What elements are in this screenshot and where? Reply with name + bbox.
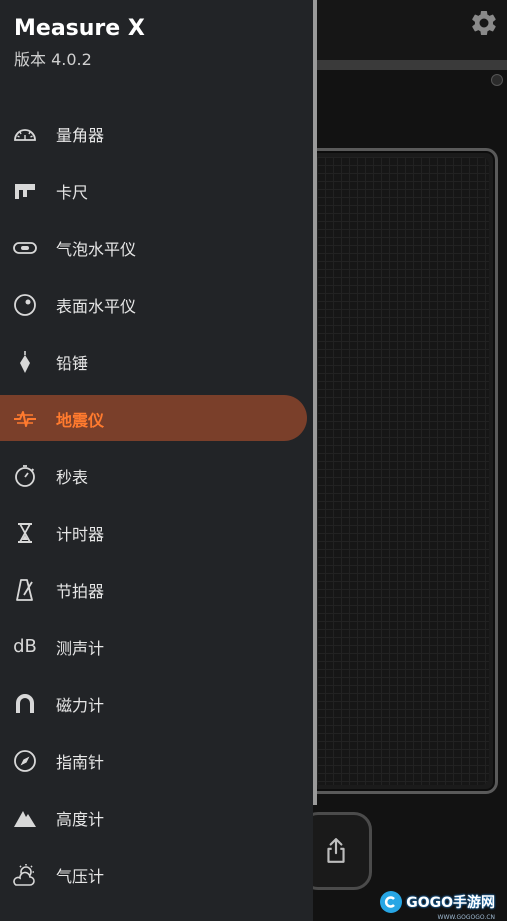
menu-item-label: 地震仪 [56,410,105,430]
menu-item-altimeter[interactable]: 高度计 [0,789,313,846]
menu-item-label: 气压计 [56,866,105,886]
share-icon [327,838,345,863]
magnet-icon [12,691,38,717]
menu-item-label: 秒表 [56,467,89,487]
menu-item-label: 气泡水平仪 [56,239,137,259]
menu-item-label: 指南针 [56,752,105,772]
drawer-scrollbar[interactable] [313,0,317,805]
menu-item-sound-meter[interactable]: dB 测声计 [0,618,313,675]
watermark-text: GOGO手游网 [406,895,495,911]
hourglass-icon [12,520,38,546]
menu-item-magnetometer[interactable]: 磁力计 [0,675,313,732]
menu-item-barometer[interactable]: 气压计 [0,846,313,903]
barometer-icon [12,862,38,888]
menu-item-label: 卡尺 [56,182,89,202]
caliper-icon [12,178,38,204]
decibel-icon-text: dB [13,636,37,657]
settings-button[interactable] [467,6,501,40]
navigation-drawer: Measure X 版本 4.0.2 量角器 卡尺 气泡水平仪 表面水平仪 铅锤… [0,0,313,921]
altitude-icon [12,805,38,831]
menu-item-label: 表面水平仪 [56,296,137,316]
tool-menu: 量角器 卡尺 气泡水平仪 表面水平仪 铅锤 地震仪 秒表 计时器 节拍器 dB … [0,105,313,903]
stopwatch-icon [12,463,38,489]
seismograph-icon [12,406,38,432]
gear-icon [472,10,496,36]
menu-item-seismograph[interactable]: 地震仪 [0,390,313,447]
top-rail [312,60,507,70]
graph-grid [309,157,489,785]
menu-item-compass[interactable]: 指南针 [0,732,313,789]
app-version: 版本 4.0.2 [14,50,92,69]
app-title: Measure X [14,16,145,41]
menu-item-label: 测声计 [56,638,105,658]
menu-item-caliper[interactable]: 卡尺 [0,162,313,219]
menu-item-label: 节拍器 [56,581,105,601]
menu-item-metronome[interactable]: 节拍器 [0,561,313,618]
surface-level-icon [12,292,38,318]
menu-item-label: 铅锤 [56,353,89,373]
menu-item-timer[interactable]: 计时器 [0,504,313,561]
watermark-sub: WWW.GOGOGO.CN [437,914,495,921]
compass-icon [12,748,38,774]
menu-item-surface-level[interactable]: 表面水平仪 [0,276,313,333]
menu-item-bubble-level[interactable]: 气泡水平仪 [0,219,313,276]
seismograph-display [300,148,498,794]
watermark: GOGO手游网 [380,891,495,913]
protractor-icon [12,121,38,147]
decibel-icon: dB [12,634,38,660]
menu-item-label: 高度计 [56,809,105,829]
menu-item-label: 磁力计 [56,695,105,715]
bubble-level-icon [12,235,38,261]
metronome-icon [12,577,38,603]
menu-item-label: 量角器 [56,125,105,145]
menu-item-label: 计时器 [56,524,105,544]
bolt [491,74,503,86]
menu-item-stopwatch[interactable]: 秒表 [0,447,313,504]
menu-item-protractor[interactable]: 量角器 [0,105,313,162]
plumb-bob-icon [12,349,38,375]
watermark-logo-icon [380,891,403,913]
menu-item-plumb-bob[interactable]: 铅锤 [0,333,313,390]
